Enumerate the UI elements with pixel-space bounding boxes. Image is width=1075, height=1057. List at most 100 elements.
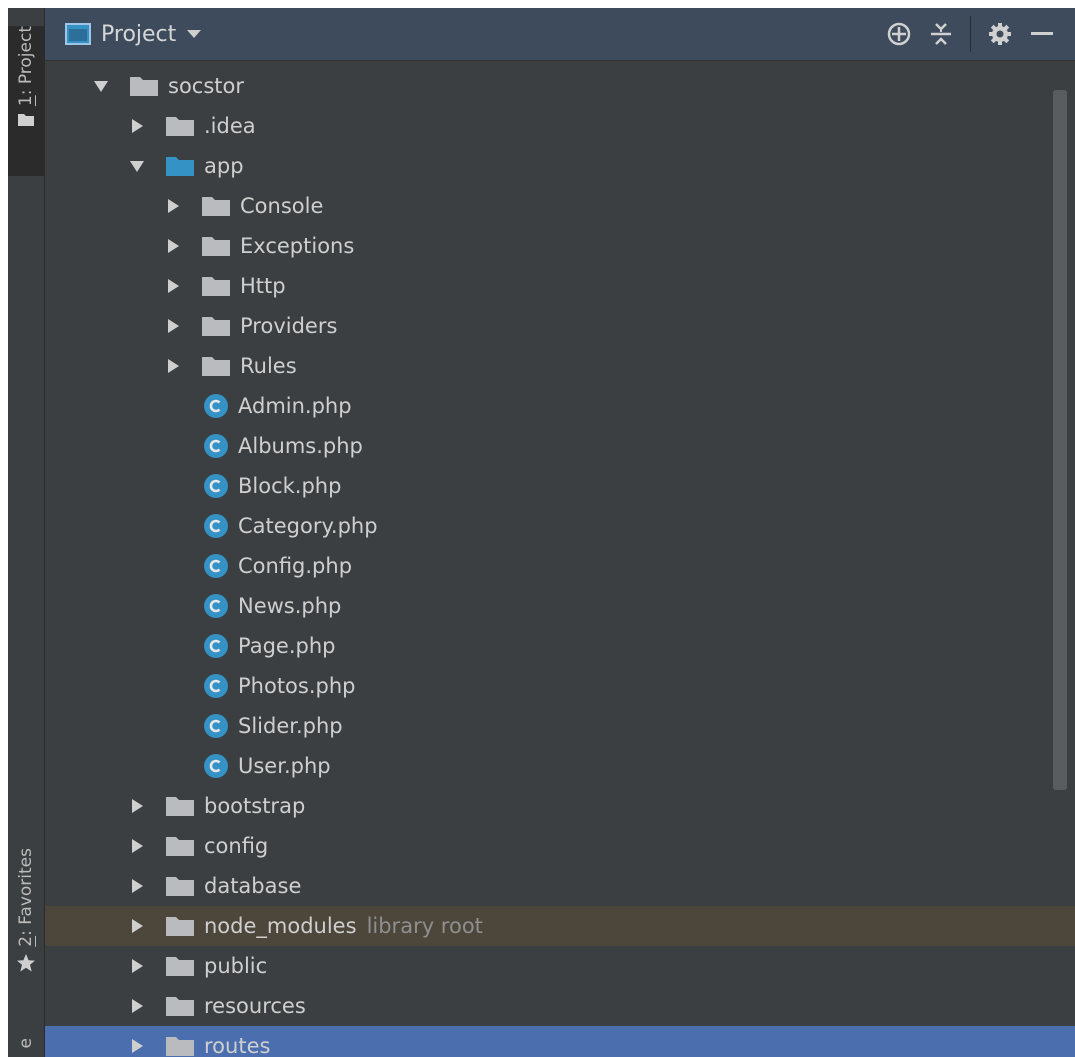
collapsed-arrow-icon[interactable] [129,918,145,934]
tree-folder-row[interactable]: public [45,946,1075,986]
arrow-spacer [165,398,181,414]
tree-folder-row[interactable]: bootstrap [45,786,1075,826]
php-class-icon [204,554,228,578]
arrow-spacer [165,718,181,734]
partial-tool-button[interactable]: e [8,1038,44,1057]
tree-file-row[interactable]: Block.php [45,466,1075,506]
project-tool-label: 1: Project [16,26,36,107]
tree-item-label: bootstrap [204,794,306,818]
collapsed-arrow-icon[interactable] [165,318,181,334]
collapsed-arrow-icon[interactable] [165,278,181,294]
php-class-icon [204,434,228,458]
arrow-spacer [165,478,181,494]
settings-icon [989,23,1011,45]
folder-icon [130,77,158,96]
tree-file-row[interactable]: News.php [45,586,1075,626]
expanded-arrow-icon[interactable] [93,78,109,94]
tree-item-label: Rules [240,354,297,378]
tree-file-row[interactable]: User.php [45,746,1075,786]
collapsed-arrow-icon[interactable] [165,238,181,254]
folder-icon [166,157,194,176]
collapse-all-icon [931,23,951,45]
tree-file-row[interactable]: Category.php [45,506,1075,546]
tree-item-label: .idea [204,114,256,138]
project-tool-button[interactable]: 1: Project [8,26,44,176]
tree-folder-row[interactable]: node_modules library root [45,906,1075,946]
collapse-all-button[interactable] [920,14,962,54]
tree-item-label: Category.php [238,514,378,538]
php-class-icon [204,594,228,618]
tree-folder-row[interactable]: routes [45,1026,1075,1057]
library-root-hint: library root [366,914,483,938]
php-class-icon [204,394,228,418]
tree-item-label: News.php [238,594,342,618]
tree-folder-row[interactable]: socstor [45,66,1075,106]
folder-icon [166,1037,194,1056]
expanded-arrow-icon[interactable] [129,158,145,174]
tree-folder-row[interactable]: Console [45,186,1075,226]
project-tree[interactable]: socstor .idea app Console Exceptions Http Prov… [45,66,1075,1057]
folder-icon [166,117,194,136]
project-panel: Project socstor .idea app Console Except… [45,8,1075,1057]
folder-icon [202,277,230,296]
collapsed-arrow-icon[interactable] [129,1038,145,1054]
tree-item-label: Photos.php [238,674,356,698]
tool-window-stripe: 1: Project 2: Favorites e [8,8,45,1057]
tree-file-row[interactable]: Photos.php [45,666,1075,706]
tree-folder-row[interactable]: Rules [45,346,1075,386]
project-view-selector[interactable]: Project [65,22,202,47]
tree-folder-row[interactable]: Http [45,266,1075,306]
minimize-icon [1031,32,1053,35]
php-class-icon [204,754,228,778]
tree-file-row[interactable]: Config.php [45,546,1075,586]
tree-folder-row[interactable]: Providers [45,306,1075,346]
tree-item-label: User.php [238,754,331,778]
vertical-scrollbar[interactable] [1053,90,1067,790]
settings-button[interactable] [979,14,1021,54]
arrow-spacer [165,678,181,694]
star-icon [17,953,35,972]
folder-icon [202,237,230,256]
tree-file-row[interactable]: Page.php [45,626,1075,666]
folder-icon [202,317,230,336]
folder-icon [202,197,230,216]
tree-item-label: database [204,874,302,898]
minimize-button[interactable] [1021,14,1063,54]
tree-item-label: Admin.php [238,394,352,418]
tree-folder-row[interactable]: resources [45,986,1075,1026]
tree-item-label: Http [240,274,286,298]
tree-folder-row[interactable]: database [45,866,1075,906]
arrow-spacer [165,638,181,654]
collapsed-arrow-icon[interactable] [165,198,181,214]
folder-icon [166,837,194,856]
project-view-title: Project [101,21,177,47]
collapsed-arrow-icon[interactable] [129,998,145,1014]
tree-item-label: public [204,954,268,978]
php-class-icon [204,674,228,698]
folder-icon [166,797,194,816]
locate-button[interactable] [878,14,920,54]
favorites-tool-button[interactable]: 2: Favorites [8,848,44,998]
toolbar-divider [970,16,971,52]
folder-icon [202,357,230,376]
collapsed-arrow-icon[interactable] [129,838,145,854]
tree-folder-row[interactable]: app [45,146,1075,186]
collapsed-arrow-icon[interactable] [165,358,181,374]
collapsed-arrow-icon[interactable] [129,958,145,974]
collapsed-arrow-icon[interactable] [129,118,145,134]
tree-folder-row[interactable]: Exceptions [45,226,1075,266]
tree-folder-row[interactable]: .idea [45,106,1075,146]
partial-tool-label: e [16,1038,36,1049]
tree-item-label: routes [204,1034,271,1057]
collapsed-arrow-icon[interactable] [129,878,145,894]
project-panel-header: Project [45,8,1075,61]
collapsed-arrow-icon[interactable] [129,798,145,814]
tree-file-row[interactable]: Albums.php [45,426,1075,466]
tree-file-row[interactable]: Slider.php [45,706,1075,746]
php-class-icon [204,714,228,738]
folder-icon [166,917,194,936]
tree-file-row[interactable]: Admin.php [45,386,1075,426]
tree-item-label: app [204,154,244,178]
folder-icon [166,997,194,1016]
tree-folder-row[interactable]: config [45,826,1075,866]
